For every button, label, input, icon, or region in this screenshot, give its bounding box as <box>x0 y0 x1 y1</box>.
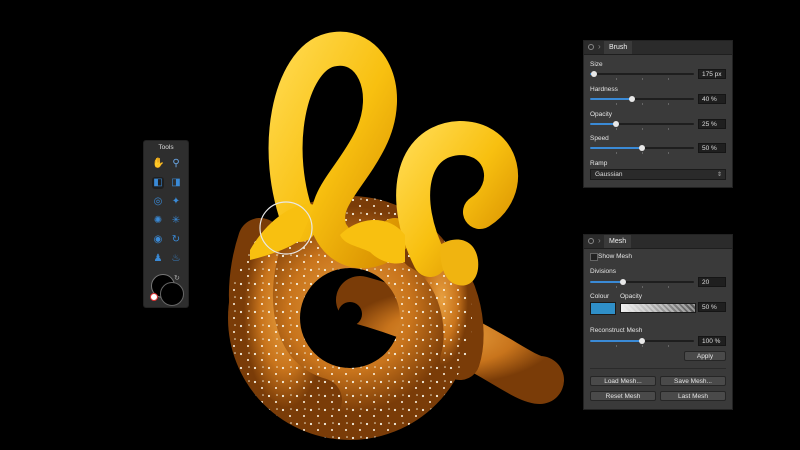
colour-label: Colour <box>590 293 609 300</box>
size-value-field[interactable]: 175 px <box>698 69 726 79</box>
grab-icon: ◧ <box>152 177 164 189</box>
hand-tool[interactable]: ✋ <box>152 158 164 170</box>
mesh-panel: › Mesh Show Mesh Divisions 20 Colour Opa… <box>583 234 733 410</box>
tools-panel-title: Tools <box>144 144 188 151</box>
punch-icon: ✺ <box>152 215 164 227</box>
turbulence-tool[interactable]: ✳ <box>170 215 182 227</box>
freeze-brush-tool[interactable]: ♟ <box>152 253 164 265</box>
slider-tick <box>616 78 617 80</box>
load-mesh-button[interactable]: Load Mesh... <box>590 376 656 386</box>
slider-tick <box>642 286 643 288</box>
save-mesh-button[interactable]: Save Mesh... <box>660 376 726 386</box>
hardness-value-field[interactable]: 40 % <box>698 94 726 104</box>
mesh-opacity-slider[interactable] <box>620 303 696 313</box>
speed-value-field[interactable]: 50 % <box>698 143 726 153</box>
opacity-slider[interactable] <box>590 123 694 125</box>
slider-tick <box>616 345 617 347</box>
panel-close-icon[interactable] <box>588 44 594 50</box>
ramp-label: Ramp <box>590 160 607 167</box>
slider-tick <box>668 128 669 130</box>
ramp-select[interactable]: Gaussian ⇕ <box>590 169 726 180</box>
show-mesh-checkbox[interactable] <box>590 253 598 261</box>
slider-tick <box>668 103 669 105</box>
reconstruct-slider[interactable] <box>590 340 694 342</box>
zoom-tool[interactable]: ⚲ <box>170 158 182 170</box>
tab-brush[interactable]: Brush <box>604 41 632 54</box>
hand-icon: ✋ <box>152 158 164 170</box>
divisions-label: Divisions <box>590 268 616 275</box>
twirl-tool[interactable]: ◎ <box>152 196 164 208</box>
punch-tool[interactable]: ✺ <box>152 215 164 227</box>
push-tool[interactable]: ◨ <box>170 177 182 189</box>
size-slider[interactable] <box>590 73 694 75</box>
divider <box>590 368 726 369</box>
freeze-tool[interactable]: ◉ <box>152 234 164 246</box>
last-mesh-button[interactable]: Last Mesh <box>660 391 726 401</box>
slider-tick <box>616 286 617 288</box>
thaw-tool[interactable]: ♨ <box>170 253 182 265</box>
divisions-slider[interactable] <box>590 281 694 283</box>
mesh-opacity-label: Opacity <box>620 293 642 300</box>
pinch-tool[interactable]: ✦ <box>170 196 182 208</box>
hardness-label: Hardness <box>590 86 618 93</box>
secondary-color-swatch[interactable] <box>160 282 184 306</box>
slider-tick <box>642 78 643 80</box>
freeze-brush-icon: ♟ <box>152 253 164 265</box>
mesh-opacity-value-field[interactable]: 50 % <box>698 302 726 312</box>
brush-panel: › Brush Size 175 px Hardness 40 % Opacit… <box>583 40 733 188</box>
slider-tick <box>642 152 643 154</box>
slider-tick <box>668 345 669 347</box>
slider-tick <box>642 345 643 347</box>
slider-tick <box>642 103 643 105</box>
slider-tick <box>668 286 669 288</box>
thaw-icon: ♨ <box>170 253 182 265</box>
speed-label: Speed <box>590 135 609 142</box>
slider-tick <box>616 152 617 154</box>
reconstruct-label: Reconstruct Mesh <box>590 327 642 334</box>
grab-tool[interactable]: ◧ <box>152 177 164 189</box>
push-icon: ◨ <box>170 177 182 189</box>
ramp-select-value: Gaussian <box>595 171 622 178</box>
no-color-icon[interactable] <box>150 293 158 301</box>
opacity-value-field[interactable]: 25 % <box>698 119 726 129</box>
tools-panel: Tools ✋ ⚲ ◧ ◨ ◎ ✦ ✺ ✳ ◉ ↻ ♟ ♨ ↻ <box>143 140 189 308</box>
mesh-colour-swatch[interactable] <box>590 302 616 315</box>
freeze-icon: ◉ <box>152 234 164 246</box>
pinch-icon: ✦ <box>170 196 182 208</box>
slider-tick <box>642 128 643 130</box>
panel-close-icon[interactable] <box>588 238 594 244</box>
turbulence-icon: ✳ <box>170 215 182 227</box>
apply-button[interactable]: Apply <box>684 351 726 361</box>
slider-tick <box>668 152 669 154</box>
speed-slider[interactable] <box>590 147 694 149</box>
slider-tick <box>668 78 669 80</box>
divisions-value-field[interactable]: 20 <box>698 277 726 287</box>
magnifier-icon: ⚲ <box>170 158 182 170</box>
hardness-slider[interactable] <box>590 98 694 100</box>
size-label: Size <box>590 61 603 68</box>
chevron-right-icon[interactable]: › <box>598 42 601 51</box>
chevron-right-icon[interactable]: › <box>598 236 601 245</box>
opacity-label: Opacity <box>590 111 612 118</box>
rotate-icon: ↻ <box>170 234 182 246</box>
reconstruct-value-field[interactable]: 100 % <box>698 336 726 346</box>
updown-arrow-icon: ⇕ <box>717 170 722 180</box>
slider-tick <box>616 128 617 130</box>
twirl-icon: ◎ <box>152 196 164 208</box>
tab-mesh[interactable]: Mesh <box>604 235 631 248</box>
show-mesh-label: Show Mesh <box>598 253 632 260</box>
slider-tick <box>616 103 617 105</box>
rotate-tool[interactable]: ↻ <box>170 234 182 246</box>
swap-colors-icon[interactable]: ↻ <box>174 274 180 282</box>
reset-mesh-button[interactable]: Reset Mesh <box>590 391 656 401</box>
